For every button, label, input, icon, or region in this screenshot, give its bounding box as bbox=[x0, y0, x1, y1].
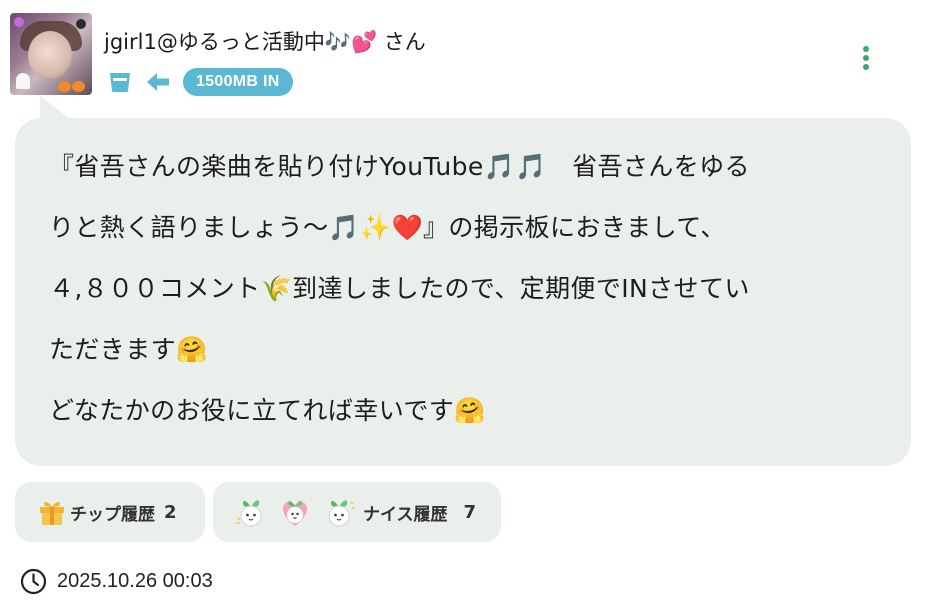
cup-icon bbox=[110, 73, 130, 92]
nice-history-label: ナイス履歴 bbox=[363, 504, 448, 525]
post-line: どなたかのお役に立てれば幸いです🤗 bbox=[49, 396, 486, 425]
status-row: 1500MB IN bbox=[107, 68, 293, 96]
gift-icon bbox=[40, 502, 64, 525]
nice-history-count: 7 bbox=[463, 501, 477, 523]
timestamp-text: 2025.10.26 00:03 bbox=[57, 570, 213, 592]
clock-icon bbox=[20, 568, 47, 595]
arrow-left-icon bbox=[147, 73, 169, 91]
post-line: りと熱く語りましょう〜🎵✨❤️』の掲示板におきまして、 bbox=[49, 213, 726, 242]
post-line: 『省吾さんの楽曲を貼り付けYouTube🎵🎵 省吾さんをゆる bbox=[49, 152, 750, 181]
turnip-sticker-icon bbox=[328, 500, 355, 527]
turnip-heart-sticker-icon bbox=[282, 500, 308, 526]
username[interactable]: jgirl1@ゆるっと活動中🎶💕 さん bbox=[104, 27, 426, 57]
nice-history-button[interactable]: ナイス履歴 7 bbox=[213, 482, 501, 542]
timestamp: 2025.10.26 00:03 bbox=[20, 568, 213, 595]
tip-history-label: チップ履歴 bbox=[70, 504, 155, 525]
post-line: ただきます🤗 bbox=[49, 335, 208, 364]
post-line: ４,８００コメント🌾到達しましたので、定期便でINさせてい bbox=[49, 274, 750, 303]
post-card: jgirl1@ゆるっと活動中🎶💕 さん 1500MB IN 『省吾さんの楽曲を貼… bbox=[0, 0, 928, 614]
avatar[interactable] bbox=[10, 13, 92, 95]
tip-history-count: 2 bbox=[164, 501, 177, 523]
mb-badge: 1500MB IN bbox=[183, 68, 293, 96]
post-bubble: 『省吾さんの楽曲を貼り付けYouTube🎵🎵 省吾さんをゆる りと熱く語りましょ… bbox=[15, 118, 911, 466]
post-text: 『省吾さんの楽曲を貼り付けYouTube🎵🎵 省吾さんをゆる りと熱く語りましょ… bbox=[49, 136, 889, 441]
turnip-sticker-icon bbox=[236, 500, 262, 527]
tip-history-button[interactable]: チップ履歴 2 bbox=[15, 482, 205, 542]
more-vertical-icon[interactable] bbox=[852, 43, 880, 73]
